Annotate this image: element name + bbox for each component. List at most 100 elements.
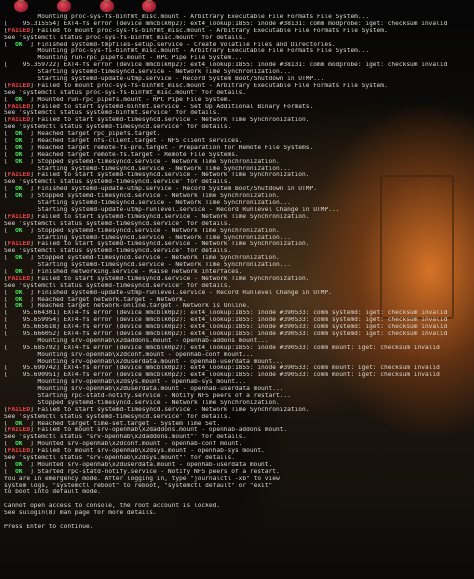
console-line: Mounting srv-openhab\x2duserdata.mount -… (4, 386, 470, 393)
console-line: Starting systemd-timesyncd.service - Net… (4, 235, 470, 242)
console-message: See 'systemctl status proc-sys-fs-binfmt… (4, 89, 247, 96)
console-line: [ OK ] Reached target network-online.tar… (4, 303, 250, 310)
status-ok-badge: OK (7, 96, 31, 103)
status-ok-badge: OK (7, 268, 31, 275)
console-message: Mounting run-rpc_pipefs.mount - RPC Pipe… (37, 55, 243, 62)
console-line: [ OK ] Mounted srv-openhab\x2dconf.mount… (4, 441, 243, 448)
console-message: Failed to mount srv-openhab\x2dsys.mount… (37, 448, 265, 455)
console-message: Mounting srv-openhab\x2dsys.mount - open… (37, 379, 247, 386)
console-line: See sulogin(8) man page for more details… (4, 510, 470, 517)
console-line: See 'systemctl status systemd-timesyncd.… (4, 414, 470, 421)
raspberry-logo-icon (100, 0, 114, 12)
console-message: Stopped systemd-timesyncd.service - Netw… (37, 399, 280, 406)
console-message: Mounted srv-openhab\x2dconf.mount - open… (37, 441, 243, 448)
console-message: Finished systemd-update-utmp-runlevel.se… (37, 289, 332, 296)
console-message: to boot into default mode. (4, 489, 101, 496)
console-message: Starting systemd-update-utmp-runlevel.se… (37, 206, 340, 213)
console-line: [FAILED] Failed to start systemd-timesyn… (4, 241, 310, 248)
console-message: Mounted srv-openhab\x2duserdata.mount - … (37, 461, 273, 468)
console-message: Failed to start systemd-binfmt.service -… (37, 103, 314, 110)
console-line: Press Enter to continue. (4, 524, 470, 531)
console-message: Mounting srv-openhab\x2daddons.mount - o… (37, 337, 269, 344)
console-message: Reached target network-online.target - N… (37, 303, 250, 310)
console-line: [FAILED] Failed to start systemd-timesyn… (4, 172, 310, 179)
console-line: [FAILED] Failed to mount srv-openhab\x2d… (4, 448, 265, 455)
status-failed-badge: FAILED (7, 103, 31, 110)
console-line: [ OK ] Mounted run-rpc_pipefs.mount - RP… (4, 96, 232, 103)
console-line: to boot into default mode. (4, 489, 470, 496)
console-line: [ OK ] Finished networking.service - Rai… (4, 268, 243, 275)
console-line: [ OK ] Stopped systemd-timesyncd.service… (4, 255, 280, 262)
status-failed-badge: FAILED (7, 82, 31, 89)
status-ok-badge: OK (7, 193, 31, 200)
console-message: Failed to start systemd-timesyncd.servic… (37, 241, 310, 248)
console-message: Mounting srv-openhab\x2dconf.mount - ope… (37, 351, 254, 358)
console-line: [ OK ] Stopped systemd-timesyncd.service… (4, 158, 280, 165)
console-message: Failed to mount srv-openhab\x2daddons.mo… (37, 427, 288, 434)
console-message: Reached target nfs-client.target - NFS c… (37, 138, 243, 145)
console-message: See 'systemctl status systemd-timesyncd.… (4, 220, 232, 227)
status-ok-badge: OK (7, 131, 31, 138)
console-line: See 'systemctl status "srv-openhab\x2dsy… (4, 455, 470, 462)
status-ok-badge: OK (7, 441, 31, 448)
console-line: [ OK ] Stopped systemd-timesyncd.service… (4, 227, 280, 234)
console-message: Starting rpc-statd-notify.service - Noti… (37, 392, 291, 399)
raspberry-logo-icon (57, 0, 71, 12)
console-message: Mounting srv-openhab\x2duserdata.mount -… (37, 386, 284, 393)
console-message: Mounted run-rpc_pipefs.mount - RPC Pipe … (37, 96, 232, 103)
console-message: Finished networking.service - Raise netw… (37, 268, 243, 275)
console-message: [ 95.359722] EXT4-fs error (device mmcbl… (4, 62, 448, 69)
console-line: Starting rpc-statd-notify.service - Noti… (4, 393, 470, 400)
console-line: [ OK ] Finished systemd-update-utmp-runl… (4, 289, 332, 296)
console-line: [FAILED] Failed to mount proc-sys-fs-bin… (4, 82, 388, 89)
console-line: Cannot open access to console, the root … (4, 503, 470, 510)
console-line: [ 95.666052] EXT4-fs error (device mmcbl… (4, 331, 470, 338)
console-message: [ 95.315554] EXT4-fs error (device mmcbl… (4, 20, 448, 27)
status-failed-badge: FAILED (7, 241, 31, 248)
console-message: See 'systemctl status "srv-openhab\x2dad… (4, 434, 247, 441)
console-line: [ OK ] Reached target network.target - N… (4, 296, 187, 303)
console-message: Mounting proc-sys-fs-binfmt_misc.mount -… (37, 14, 370, 20)
status-failed-badge: FAILED (7, 27, 31, 34)
console-message: [ 95.690951] EXT4-fs error (device mmcbl… (4, 372, 440, 379)
console-message: Finished systemd-update-utmp.service - R… (37, 186, 317, 193)
console-line: Starting systemd-timesyncd.service - Net… (4, 200, 470, 207)
status-ok-badge: OK (7, 420, 31, 427)
console-line: [ OK ] Finished systemd-tmpfiles-setup.s… (4, 41, 336, 48)
console-message: Starting systemd-timesyncd.service - Net… (37, 69, 291, 76)
console-line: [FAILED] Failed to start systemd-timesyn… (4, 213, 310, 220)
console-line: [ 95.685792] EXT4-fs error (device mmcbl… (4, 345, 470, 352)
console-message: [ 95.659954] EXT4-fs error (device mmcbl… (4, 317, 448, 324)
console-line: Mounting proc-sys-fs-binfmt_misc.mount -… (4, 48, 470, 55)
status-ok-badge: OK (7, 158, 31, 165)
console-message: Cannot open access to console, the root … (4, 503, 221, 510)
console-line: You are in emergency mode. After logging… (4, 476, 470, 483)
console-message: Stopped systemd-timesyncd.service - Netw… (37, 158, 280, 165)
console-line: [ OK ] Started rpc-statd-notify.service … (4, 468, 280, 475)
console-line: [ OK ] Reached target remote-fs.target -… (4, 151, 239, 158)
console-message: Reached target rpc_pipefs.target. (37, 131, 161, 138)
console-line: [ OK ] Reached target time-set.target - … (4, 420, 221, 427)
console-line: [ 95.664301] EXT4-fs error (device mmcbl… (4, 310, 470, 317)
console-line: [FAILED] Failed to mount srv-openhab\x2d… (4, 427, 288, 434)
status-failed-badge: FAILED (7, 117, 31, 124)
console-line: [ 95.690742] EXT4-fs error (device mmcbl… (4, 365, 470, 372)
console-line: [ 95.665618] EXT4-fs error (device mmcbl… (4, 324, 470, 331)
console-line: Starting systemd-timesyncd.service - Net… (4, 166, 470, 173)
status-ok-badge: OK (7, 468, 31, 475)
console-line: See 'systemctl status proc-sys-fs-binfmt… (4, 90, 470, 97)
status-ok-badge: OK (7, 289, 31, 296)
console-message: Started rpc-statd-notify.service - Notif… (37, 468, 280, 475)
console-message: [ 95.690742] EXT4-fs error (device mmcbl… (4, 365, 440, 372)
console-line: See 'systemctl status systemd-timesyncd.… (4, 179, 470, 186)
status-failed-badge: FAILED (7, 427, 31, 434)
console-message: See 'systemctl status systemd-binfmt.ser… (4, 110, 221, 117)
console-message: Failed to mount proc-sys-fs-binfmt_misc.… (37, 27, 388, 34)
console-line: See 'systemctl status systemd-timesyncd.… (4, 221, 470, 228)
raspberry-logo-icon (142, 0, 156, 12)
boot-console: Mounting proc-sys-fs-binfmt_misc.mount -… (4, 14, 470, 570)
console-message: Mounting srv-openhab\x2duserdata.mount -… (37, 358, 284, 365)
console-message: [ 95.665618] EXT4-fs error (device mmcbl… (4, 324, 448, 331)
console-message: [ 95.666052] EXT4-fs error (device mmcbl… (4, 330, 448, 337)
